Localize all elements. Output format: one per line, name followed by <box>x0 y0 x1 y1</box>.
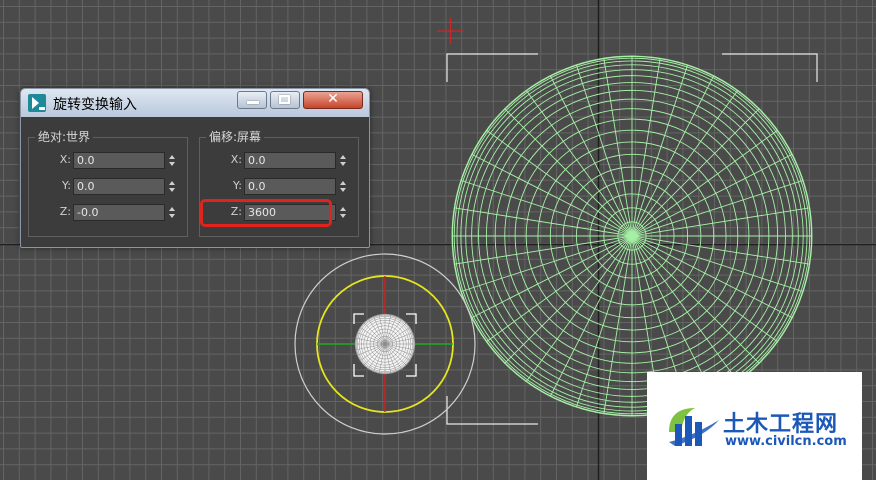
wireframe-sphere-small[interactable] <box>354 313 416 375</box>
offset-x-field[interactable]: 0.0 <box>244 152 336 169</box>
absolute-world-label: 绝对:世界 <box>35 128 94 145</box>
offset-x-row: X: 0.0 <box>200 151 360 171</box>
wireframe-spoke <box>631 235 739 382</box>
wireframe-spoke <box>525 235 633 382</box>
axis-label: X: <box>230 153 242 166</box>
wireframe-spoke <box>486 129 633 237</box>
wireframe-sphere-large[interactable] <box>451 55 813 417</box>
absolute-y-row: Y: 0.0 <box>29 177 189 197</box>
civilcn-logo-icon <box>669 408 719 446</box>
axis-label: X: <box>59 153 71 166</box>
spinner-arrows-icon[interactable] <box>167 178 177 195</box>
absolute-world-group: 绝对:世界 X: 0.0 Y: 0.0 Z: -0.0 <box>28 128 189 237</box>
offset-screen-label: 偏移:屏幕 <box>206 128 265 145</box>
wireframe-spoke <box>631 235 778 343</box>
absolute-z-row: Z: -0.0 <box>29 203 189 223</box>
dialog-title: 旋转变换输入 <box>53 97 137 113</box>
wireframe-spoke <box>504 108 633 237</box>
dialog-titlebar[interactable]: 旋转变换输入 ✕ <box>21 89 369 117</box>
spinner-arrows-icon[interactable] <box>167 204 177 221</box>
offset-y-row: Y: 0.0 <box>200 177 360 197</box>
absolute-x-row: X: 0.0 <box>29 151 189 171</box>
spinner-arrows-icon[interactable] <box>338 178 348 195</box>
watermark-url: www.civilcn.com <box>725 434 847 449</box>
spinner-arrows-icon[interactable] <box>167 152 177 169</box>
absolute-y-field[interactable]: 0.0 <box>73 178 165 195</box>
close-button[interactable]: ✕ <box>303 91 363 109</box>
wireframe-spoke <box>525 90 633 237</box>
axis-label: Y: <box>62 179 71 192</box>
wireframe-spoke <box>631 129 778 237</box>
axis-label: Y: <box>233 179 242 192</box>
absolute-x-field[interactable]: 0.0 <box>73 152 165 169</box>
spinner-arrows-icon[interactable] <box>338 204 348 221</box>
offset-y-field[interactable]: 0.0 <box>244 178 336 195</box>
wireframe-spoke <box>504 235 633 364</box>
watermark-logo: 土木工程网 www.civilcn.com <box>647 372 862 480</box>
3dsmax-logo-icon <box>28 94 46 112</box>
minimize-button[interactable] <box>237 91 267 109</box>
maximize-button[interactable] <box>270 91 300 109</box>
red-highlight-annotation <box>200 199 332 227</box>
close-icon: ✕ <box>327 91 339 107</box>
wireframe-spoke <box>631 90 739 237</box>
wireframe-spoke <box>486 235 633 343</box>
axis-label: Z: <box>59 205 71 218</box>
absolute-z-field[interactable]: -0.0 <box>73 204 165 221</box>
spinner-arrows-icon[interactable] <box>338 152 348 169</box>
